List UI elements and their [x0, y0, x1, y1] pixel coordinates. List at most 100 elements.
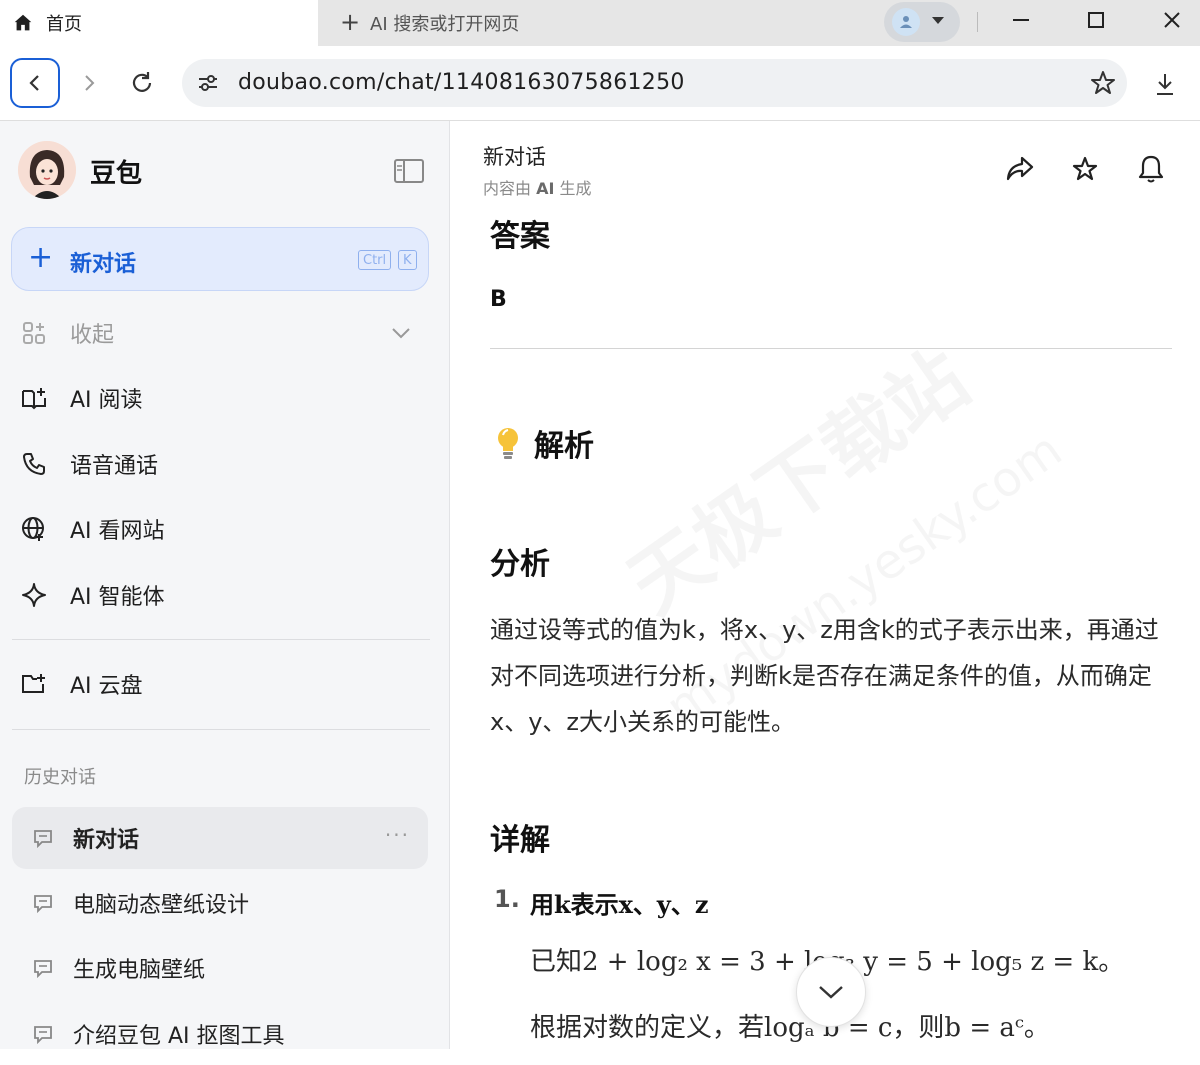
subtitle-ai: AI [536, 179, 555, 198]
apps-grid-icon [20, 319, 48, 347]
sidebar-item-ai-website[interactable]: AI 看网站 [20, 504, 430, 554]
share-button[interactable] [1002, 151, 1038, 187]
chat-bubble-icon [34, 830, 52, 849]
sidebar-item-ai-reading[interactable]: AI 阅读 [20, 373, 430, 423]
sidebar-item-label: AI 智能体 [70, 585, 165, 610]
sidebar-item-ai-cloud[interactable]: AI 云盘 [20, 659, 430, 709]
profile-avatar-icon [892, 8, 920, 36]
analysis-heading-text: 解析 [534, 429, 594, 464]
new-tab-search[interactable]: + AI 搜索或打开网页 [318, 0, 1200, 46]
history-item-label: 介绍豆包 AI 抠图工具 [73, 1024, 285, 1049]
answer-value: B [490, 287, 507, 312]
toggle-sidebar-button[interactable] [392, 157, 426, 185]
globe-icon [20, 515, 48, 543]
chevron-left-icon [29, 75, 39, 91]
lightbulb-icon [498, 428, 518, 459]
favorite-button[interactable] [1067, 151, 1103, 187]
close-button[interactable] [1142, 0, 1200, 40]
app-name: 豆包 [90, 159, 143, 189]
phone-icon [20, 450, 48, 478]
scroll-to-bottom-button[interactable] [796, 957, 866, 1027]
chevron-right-icon [85, 75, 95, 91]
analysis-heading: 解析 [492, 421, 594, 465]
avatar[interactable] [18, 141, 76, 199]
bookmark-star-icon[interactable] [1089, 69, 1117, 97]
profile-button[interactable] [884, 2, 960, 42]
sidebar: 豆包 + 新对话 Ctrl K 收起 AI 阅读 语音通话 AI 看网站 AI … [0, 121, 450, 1049]
chevron-down-icon [392, 328, 410, 339]
history-item-label: 电脑动态壁纸设计 [73, 893, 250, 918]
maximize-button[interactable] [1066, 0, 1126, 40]
sidebar-toggle-icon [394, 159, 424, 183]
share-icon [1006, 156, 1034, 181]
sidebar-collapse-toggle[interactable]: 收起 [20, 308, 430, 358]
site-settings-icon[interactable] [196, 71, 220, 95]
chat-bubble-icon [34, 960, 52, 979]
plus-icon: + [340, 8, 361, 36]
chevron-down-icon [819, 986, 843, 999]
new-tab-label: AI 搜索或打开网页 [370, 14, 520, 35]
history-item[interactable]: 生成电脑壁纸 [12, 937, 428, 999]
chat-subtitle: 内容由 AI 生成 [483, 175, 592, 199]
more-options-icon[interactable]: ··· [385, 823, 410, 847]
sidebar-item-label: AI 看网站 [70, 519, 165, 544]
history-item[interactable]: 介绍豆包 AI 抠图工具 [12, 1003, 428, 1065]
step-heading: 用k表示x、y、z [530, 890, 709, 919]
tab-title: 首页 [46, 14, 82, 35]
home-icon [14, 14, 32, 31]
address-bar[interactable]: doubao.com/chat/11408163075861250 [182, 59, 1127, 107]
downloads-button[interactable] [1144, 69, 1186, 99]
minimize-button[interactable] [991, 0, 1051, 40]
divider [12, 729, 430, 730]
chat-bubble-icon [34, 895, 52, 914]
watermark: 天极下载站 [603, 319, 987, 634]
chat-title: 新对话 [483, 145, 546, 169]
book-icon [20, 384, 48, 412]
history-item-label: 生成电脑壁纸 [73, 958, 206, 983]
subtitle-prefix: 内容由 [483, 179, 537, 198]
new-chat-label: 新对话 [70, 252, 137, 277]
minimize-icon [1013, 19, 1029, 21]
detail-heading: 详解 [490, 823, 550, 858]
subtitle-suffix: 生成 [554, 179, 592, 198]
collapse-label: 收起 [70, 323, 115, 348]
sidebar-item-voice-call[interactable]: 语音通话 [20, 439, 430, 489]
sidebar-item-label: AI 云盘 [70, 674, 143, 699]
reload-button[interactable] [117, 58, 167, 108]
doubao-avatar-icon [18, 141, 76, 199]
maximize-icon [1088, 12, 1104, 28]
divider [977, 12, 978, 32]
cloud-folder-icon [20, 670, 48, 698]
sidebar-item-label: 语音通话 [70, 454, 159, 479]
shortcut-ctrl: Ctrl [358, 250, 392, 270]
bell-icon [1138, 155, 1164, 183]
back-button[interactable] [10, 58, 60, 108]
history-item[interactable]: 新对话 ··· [12, 807, 428, 869]
analysis-paragraph: 通过设等式的值为k，将x、y、z用含k的式子表示出来，再通过对不同选项进行分析，… [490, 616, 1159, 736]
math-line: 根据对数的定义，若logₐ b = c，则b = aᶜ。 [530, 1013, 1050, 1043]
new-chat-button[interactable]: + 新对话 Ctrl K [11, 227, 429, 291]
url-text[interactable]: doubao.com/chat/11408163075861250 [238, 70, 685, 95]
sidebar-item-label: AI 阅读 [70, 388, 143, 413]
notification-button[interactable] [1133, 151, 1169, 187]
star-icon [1072, 156, 1098, 181]
history-title: 历史对话 [24, 767, 96, 788]
plus-icon: + [28, 240, 54, 275]
browser-tab-strip: 首页 + AI 搜索或打开网页 [0, 0, 1200, 46]
history-item-label: 新对话 [73, 828, 140, 853]
chat-bubble-icon [34, 1026, 52, 1045]
answer-heading: 答案 [490, 219, 550, 254]
divider [490, 348, 1172, 349]
forward-button[interactable] [64, 58, 114, 108]
chevron-down-icon [932, 17, 944, 24]
history-item[interactable]: 电脑动态壁纸设计 [12, 872, 428, 934]
divider [12, 639, 430, 640]
reload-icon [132, 72, 152, 92]
download-icon [1157, 74, 1173, 95]
analysis-sub-heading: 分析 [490, 547, 550, 582]
shortcut-key: K [398, 250, 417, 270]
sidebar-item-ai-agent[interactable]: AI 智能体 [20, 570, 430, 620]
step-number: 1. [494, 885, 520, 913]
close-icon [1164, 12, 1180, 28]
tab-home[interactable]: 首页 [0, 0, 318, 46]
